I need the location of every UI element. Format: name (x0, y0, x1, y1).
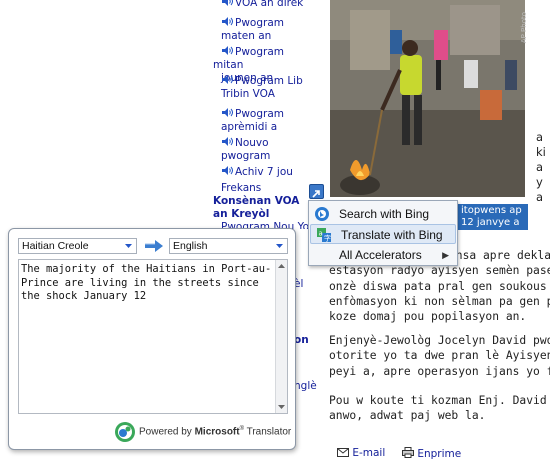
nav-fragment[interactable]: èl (294, 278, 318, 290)
nav-item-pwogram-apremidi[interactable]: Pwogram aprèmidi a (213, 107, 317, 134)
speaker-icon (222, 166, 233, 175)
accelerator-menu: Search with Bing a字 Translate with Bing … (308, 200, 458, 266)
speaker-icon (222, 46, 233, 55)
submenu-arrow-icon: ▶ (442, 250, 449, 260)
speaker-icon (222, 75, 233, 84)
chevron-down-icon (276, 244, 283, 248)
photo-credit: AP Photo (520, 12, 528, 44)
nav-item-frekans[interactable]: Frekans (213, 182, 317, 195)
menu-item-all-accelerators[interactable]: All Accelerators ▶ (309, 245, 457, 265)
scrollbar[interactable] (275, 260, 287, 413)
side-text: a ki a y a (536, 130, 546, 204)
scroll-down-icon[interactable] (277, 403, 286, 411)
article-paragraph: Pou w koute ti kozman Enj. David a anwo,… (329, 394, 550, 423)
chevron-down-icon (125, 244, 132, 248)
bing-icon (315, 207, 329, 221)
nav-item-pwogram-lib[interactable]: Pwogram Lib Tribin VOA (213, 74, 317, 101)
envelope-icon (337, 448, 349, 457)
nav-item-achiv[interactable]: Achiv 7 jou (213, 165, 317, 179)
translate-icon: a字 (317, 228, 331, 243)
nav-fragment[interactable]: on (294, 334, 318, 346)
printer-icon (402, 447, 414, 458)
nav-section-title-line2: an Kreyòl (213, 208, 270, 220)
scroll-up-icon[interactable] (277, 262, 286, 270)
swap-arrow-icon[interactable] (143, 237, 165, 255)
svg-text:字: 字 (324, 234, 331, 243)
speaker-icon (222, 108, 233, 117)
print-link[interactable]: Enprime (402, 447, 461, 460)
svg-text:a: a (319, 230, 323, 238)
accelerator-trigger-icon[interactable] (309, 184, 324, 199)
news-photo (330, 0, 525, 197)
speaker-icon (222, 137, 233, 146)
translation-output[interactable]: The majority of the Haitians in Port-au-… (18, 259, 288, 414)
translator-popup: Haitian Creole English The majority of t… (8, 228, 296, 450)
source-language-select[interactable]: Haitian Creole (18, 238, 137, 254)
article-paragraph: Enjenyè-Jewològ Jocelyn David pwo otorit… (329, 334, 550, 378)
nav-item-voa-direk[interactable]: VOA an dirèk (213, 0, 317, 10)
menu-item-search-bing[interactable]: Search with Bing (309, 204, 457, 224)
nav-fragment[interactable]: nglè (294, 380, 318, 392)
nav-item-pwogram-maten[interactable]: Pwogram maten an (213, 16, 317, 43)
speaker-icon (222, 0, 233, 6)
microsoft-translator-logo-icon (115, 422, 135, 442)
photo-caption: itopwens ap 12 janvye a (458, 204, 528, 230)
article-actions: E-mail Enprime (329, 437, 550, 467)
speaker-icon (222, 17, 233, 26)
email-link[interactable]: E-mail (337, 447, 385, 459)
menu-item-translate-bing[interactable]: a字 Translate with Bing (310, 224, 456, 244)
nav-item-nouvo-pwogram[interactable]: Nouvo pwogram (213, 136, 317, 163)
nav-section-title: Konsènan VOA (213, 195, 300, 207)
target-language-select[interactable]: English (169, 238, 288, 254)
photo-scene (330, 0, 525, 197)
